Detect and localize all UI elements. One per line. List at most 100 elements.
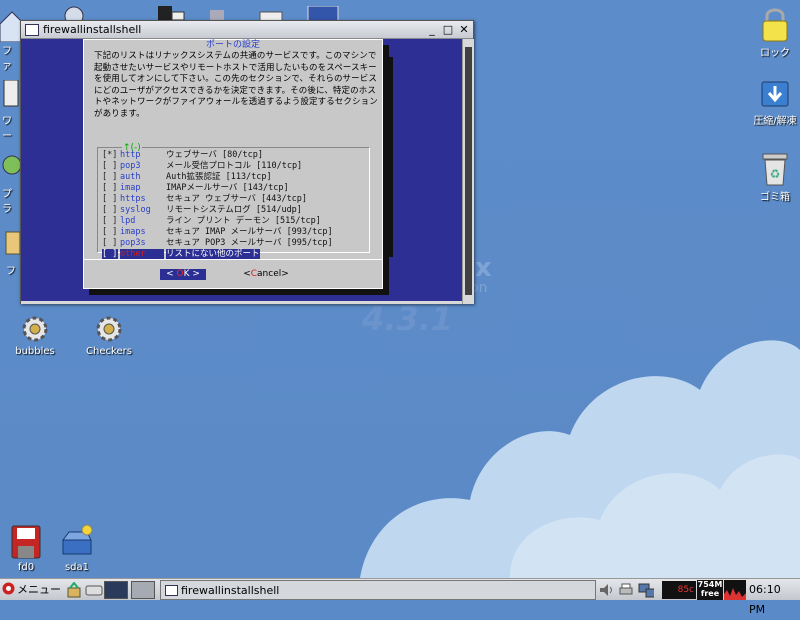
desktop-icon-word[interactable]: ワー <box>0 79 20 142</box>
temperature-value: 85c <box>677 585 694 595</box>
checkbox[interactable]: [ ] <box>102 238 118 249</box>
task-label: firewallinstallshell <box>181 584 280 597</box>
desktop-icon-lock[interactable]: ロック <box>740 6 800 59</box>
desktop-icon-file[interactable]: フ <box>0 230 21 277</box>
file-icon <box>5 231 21 255</box>
start-menu-label: メニュー <box>17 583 61 596</box>
desktop: ıx on 4.3.1 ファ ワー プラ フ ロック 圧縮/解凍 ♻ ゴミ箱 b… <box>0 0 800 578</box>
task-button-firewallinstallshell[interactable]: firewallinstallshell <box>160 580 596 600</box>
port-settings-dialog: ポートの設定 下記のリストはリナックスシステムの共通のサービスです。このマシンで… <box>83 39 383 289</box>
temperature-monitor: 85c <box>662 581 696 599</box>
checkbox[interactable]: [*] <box>102 150 118 161</box>
dialog-description: 下記のリストはリナックスシステムの共通のサービスです。このマシンで起動させたいサ… <box>94 51 378 119</box>
desktop-icon-label: Checkers <box>86 346 132 357</box>
workspace-1[interactable] <box>104 581 128 599</box>
network-icon[interactable] <box>638 582 654 598</box>
service-desc: メール受信プロトコル [110/tcp] <box>166 161 303 171</box>
drive-launcher-icon[interactable] <box>85 582 103 598</box>
service-name: lpd <box>120 216 136 226</box>
ok-bracket-left: < <box>166 269 174 279</box>
cpu-graph-icon <box>724 580 746 600</box>
checkbox[interactable]: [ ] <box>102 161 118 172</box>
service-desc: Auth拡張認証 [113/tcp] <box>166 172 272 182</box>
desktop-icon-trash[interactable]: ♻ ゴミ箱 <box>740 152 800 203</box>
service-desc: ライン プリント デーモン [515/tcp] <box>166 216 321 226</box>
app-window: firewallinstallshell _ □ ✕ ポートの設定 下記のリスト… <box>20 20 474 304</box>
cancel-bracket-left: < <box>243 269 251 279</box>
checkbox[interactable]: [ ] <box>102 172 118 183</box>
start-menu-button[interactable]: メニュー <box>2 580 62 600</box>
service-name: pop3 <box>120 161 141 171</box>
desktop-icon-sda1[interactable]: sda1 <box>42 524 112 573</box>
desktop-icon-label: プラ <box>2 189 12 215</box>
wordprocessor-icon <box>3 79 19 107</box>
maximize-button[interactable]: □ <box>441 23 455 37</box>
printer-icon[interactable] <box>618 582 634 598</box>
checkers-gear-icon <box>96 316 122 342</box>
scrollbar[interactable] <box>462 39 474 304</box>
desktop-icon-label: sda1 <box>64 562 90 573</box>
dialog-shadow <box>385 57 393 257</box>
floppy-icon <box>11 525 41 559</box>
desktop-icon-label: ワー <box>2 116 12 142</box>
service-desc: リモートシステムログ [514/udp] <box>166 205 302 215</box>
window-bottom-frame <box>21 301 462 304</box>
brand-version: 4.3.1 <box>362 300 454 338</box>
checkbox[interactable]: [ ] <box>102 205 118 216</box>
ok-button[interactable]: < OK > <box>160 269 206 280</box>
window-titlebar[interactable]: firewallinstallshell _ □ ✕ <box>21 21 473 39</box>
window-title: firewallinstallshell <box>43 23 142 36</box>
volume-icon[interactable] <box>598 582 614 598</box>
service-desc: ウェブサーバ [80/tcp] <box>166 150 263 160</box>
desktop-icon-label: 圧縮/解凍 <box>753 116 797 127</box>
desktop-icon-home[interactable]: ファ <box>0 8 23 72</box>
cancel-bracket-right: > <box>281 269 289 279</box>
desktop-icon-label: bubbles <box>15 346 55 357</box>
checkbox[interactable]: [ ] <box>102 216 118 227</box>
archive-icon <box>761 81 789 107</box>
clock[interactable]: 06:10 PM <box>749 580 800 620</box>
drive-icon <box>62 524 93 555</box>
desktop-icon-label: ファ <box>2 46 12 72</box>
cancel-label: ancel <box>257 269 282 279</box>
memory-label: free <box>700 589 720 598</box>
terminal-icon <box>25 24 39 36</box>
desktop-icon-label: ゴミ箱 <box>760 192 790 203</box>
checkbox[interactable]: [ ] <box>102 194 118 205</box>
cancel-button[interactable]: <Cancel> <box>241 269 291 280</box>
service-checklist[interactable]: ↑(-) [*] http ウェブサーバ [80/tcp] [ ] pop3 メ… <box>97 143 370 260</box>
plugin-icon <box>2 155 22 175</box>
service-name: syslog <box>120 205 151 215</box>
svg-text:♻: ♻ <box>770 167 781 181</box>
checkbox[interactable]: [ ] <box>102 227 118 238</box>
service-desc: セキュア POP3 メールサーバ [995/tcp] <box>166 238 333 248</box>
package-icon[interactable] <box>66 582 82 598</box>
lock-icon <box>762 8 788 42</box>
service-desc: セキュア IMAP メールサーバ [993/tcp] <box>166 227 333 237</box>
memory-monitor: 754M free <box>697 580 723 600</box>
service-name: https <box>120 194 146 204</box>
checkbox[interactable]: [ ] <box>102 183 118 194</box>
desktop-icon-checkers[interactable]: Checkers <box>74 314 144 357</box>
desktop-icon-plugin[interactable]: プラ <box>0 155 22 215</box>
service-name: http <box>120 150 141 160</box>
service-desc: セキュア ウェブサーバ [443/tcp] <box>166 194 308 204</box>
desktop-icon-label: フ <box>6 266 16 277</box>
desktop-icon-bubbles[interactable]: bubbles <box>0 314 70 357</box>
scrollbar-thumb[interactable] <box>465 47 472 295</box>
minimize-button[interactable]: _ <box>425 23 439 37</box>
service-name: pop3s <box>120 238 146 248</box>
desktop-icon-label: ロック <box>760 48 790 59</box>
ok-label: K <box>183 269 190 279</box>
desktop-icon-archive[interactable]: 圧縮/解凍 <box>740 78 800 127</box>
trash-icon: ♻ <box>762 153 788 186</box>
memory-value: 754M <box>697 580 723 589</box>
service-name: imap <box>120 183 141 193</box>
dialog-separator <box>84 259 382 260</box>
dialog-title: ポートの設定 <box>205 40 260 50</box>
taskbar: メニュー firewallinstallshell 85c 754M free … <box>0 578 800 616</box>
ok-hotkey: O <box>176 269 184 279</box>
close-button[interactable]: ✕ <box>457 23 471 37</box>
home-icon <box>0 11 23 43</box>
workspace-2[interactable] <box>131 581 155 599</box>
